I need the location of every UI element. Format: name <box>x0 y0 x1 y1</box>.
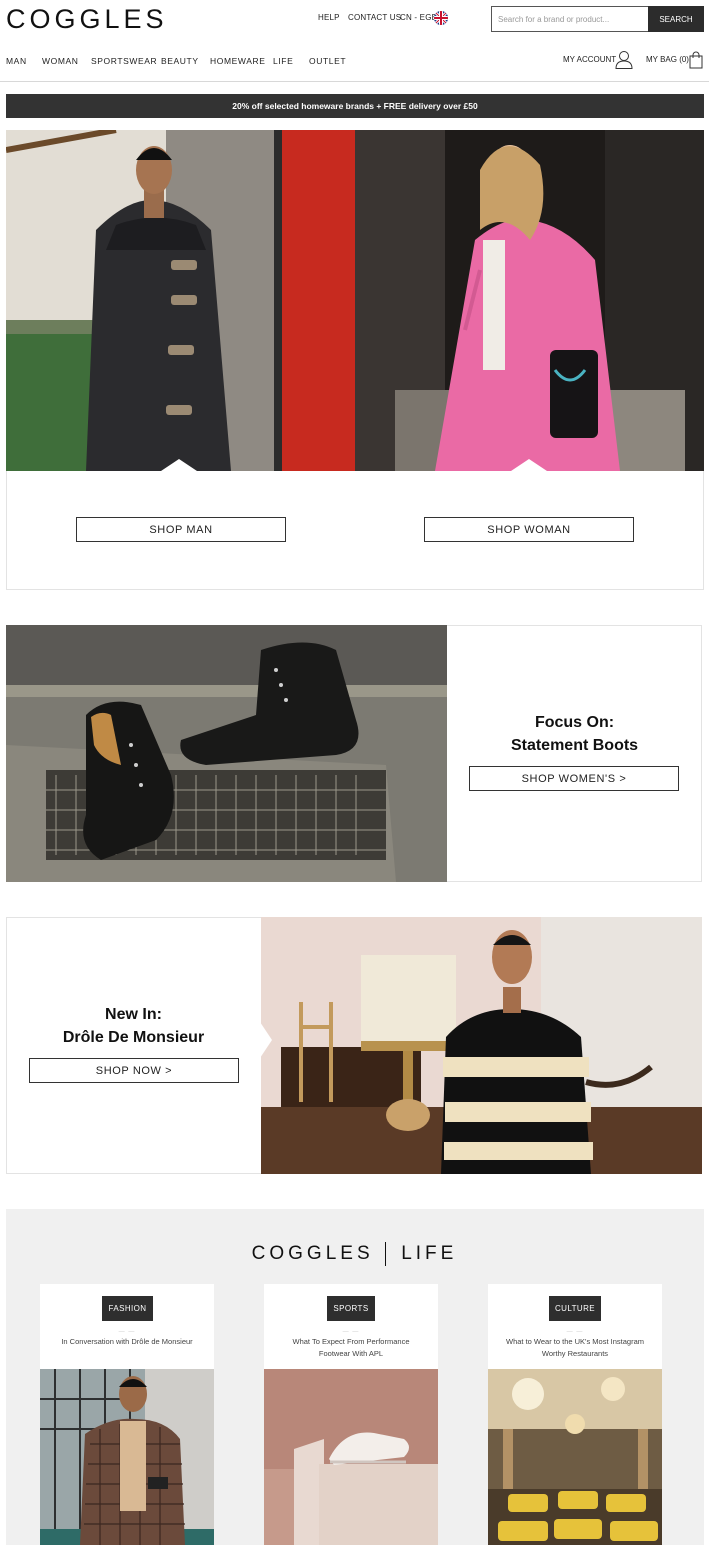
my-account-link[interactable]: MY ACCOUNT <box>563 55 616 64</box>
life-logo-brand: COGGLES <box>251 1243 374 1265</box>
contact-us-link[interactable]: CONTACT US <box>348 13 401 22</box>
shop-man-button[interactable]: SHOP MAN <box>76 517 286 542</box>
search-input[interactable] <box>491 6 648 32</box>
article-image-sports[interactable] <box>264 1369 438 1545</box>
card-divider: — — <box>566 1329 584 1335</box>
nav-item-woman[interactable]: WOMAN <box>42 56 79 66</box>
nav-item-beauty[interactable]: BEAUTY <box>161 56 199 66</box>
article-tag[interactable]: CULTURE <box>549 1296 601 1321</box>
life-logo-divider <box>384 1242 386 1266</box>
search-button[interactable]: SEARCH <box>648 6 704 32</box>
article-image-culture[interactable] <box>488 1369 662 1545</box>
life-logo-life: LIFE <box>401 1243 458 1265</box>
hero-woman-image[interactable] <box>355 130 704 471</box>
shop-woman-button[interactable]: SHOP WOMAN <box>424 517 634 542</box>
nav-item-homeware[interactable]: HOMEWARE <box>210 56 266 66</box>
drole-title-line2: Drôle De Monsieur <box>62 1029 205 1046</box>
shop-womens-button[interactable]: SHOP WOMEN'S > <box>469 766 679 791</box>
nav-item-outlet[interactable]: OUTLET <box>309 56 346 66</box>
drole-title-line1: New In: <box>105 1006 162 1023</box>
header-divider <box>0 81 709 82</box>
card-divider: — — <box>342 1329 360 1335</box>
article-image-fashion[interactable] <box>40 1369 214 1545</box>
nav-item-man[interactable]: MAN <box>6 56 27 66</box>
nav-item-sportswear[interactable]: SPORTSWEAR <box>91 56 157 66</box>
boots-title-line2: Statement Boots <box>510 737 639 754</box>
drole-image[interactable] <box>261 917 702 1174</box>
promo-banner[interactable]: 20% off selected homeware brands + FREE … <box>6 94 704 118</box>
article-card-culture[interactable]: CULTURE — — What to Wear to the UK's Mos… <box>488 1284 662 1545</box>
user-icon[interactable] <box>615 50 633 74</box>
article-title[interactable]: In Conversation with Drôle de Monsieur <box>52 1336 202 1348</box>
boots-title-line1: Focus On: <box>534 714 615 731</box>
hero-man-pointer <box>161 459 197 471</box>
article-title[interactable]: What to Wear to the UK's Most Instagram … <box>500 1336 650 1360</box>
article-card-fashion[interactable]: FASHION — — In Conversation with Drôle d… <box>40 1284 214 1545</box>
uk-flag-icon[interactable] <box>434 11 448 25</box>
article-title[interactable]: What To Expect From Performance Footwear… <box>276 1336 426 1360</box>
boots-feature-title: Focus On: Statement Boots <box>447 711 702 757</box>
article-card-sports[interactable]: SPORTS — — What To Expect From Performan… <box>264 1284 438 1545</box>
drole-feature-title: New In: Drôle De Monsieur <box>6 1003 261 1049</box>
coggles-life-logo[interactable]: COGGLES LIFE <box>0 1242 709 1266</box>
nav-item-life[interactable]: LIFE <box>273 56 293 66</box>
shop-now-button[interactable]: SHOP NOW > <box>29 1058 239 1083</box>
hero-man-image[interactable] <box>6 130 355 471</box>
help-link[interactable]: HELP <box>318 13 340 22</box>
boots-image[interactable] <box>6 625 447 882</box>
article-tag[interactable]: SPORTS <box>327 1296 375 1321</box>
hero-woman-pointer <box>511 459 547 471</box>
card-divider: — — <box>118 1329 136 1335</box>
site-logo[interactable]: COGGLES <box>6 4 168 35</box>
my-bag-link[interactable]: MY BAG (0) <box>646 55 689 64</box>
drole-pointer <box>260 1022 272 1058</box>
shopping-bag-icon[interactable] <box>689 51 703 74</box>
article-tag[interactable]: FASHION <box>102 1296 153 1321</box>
